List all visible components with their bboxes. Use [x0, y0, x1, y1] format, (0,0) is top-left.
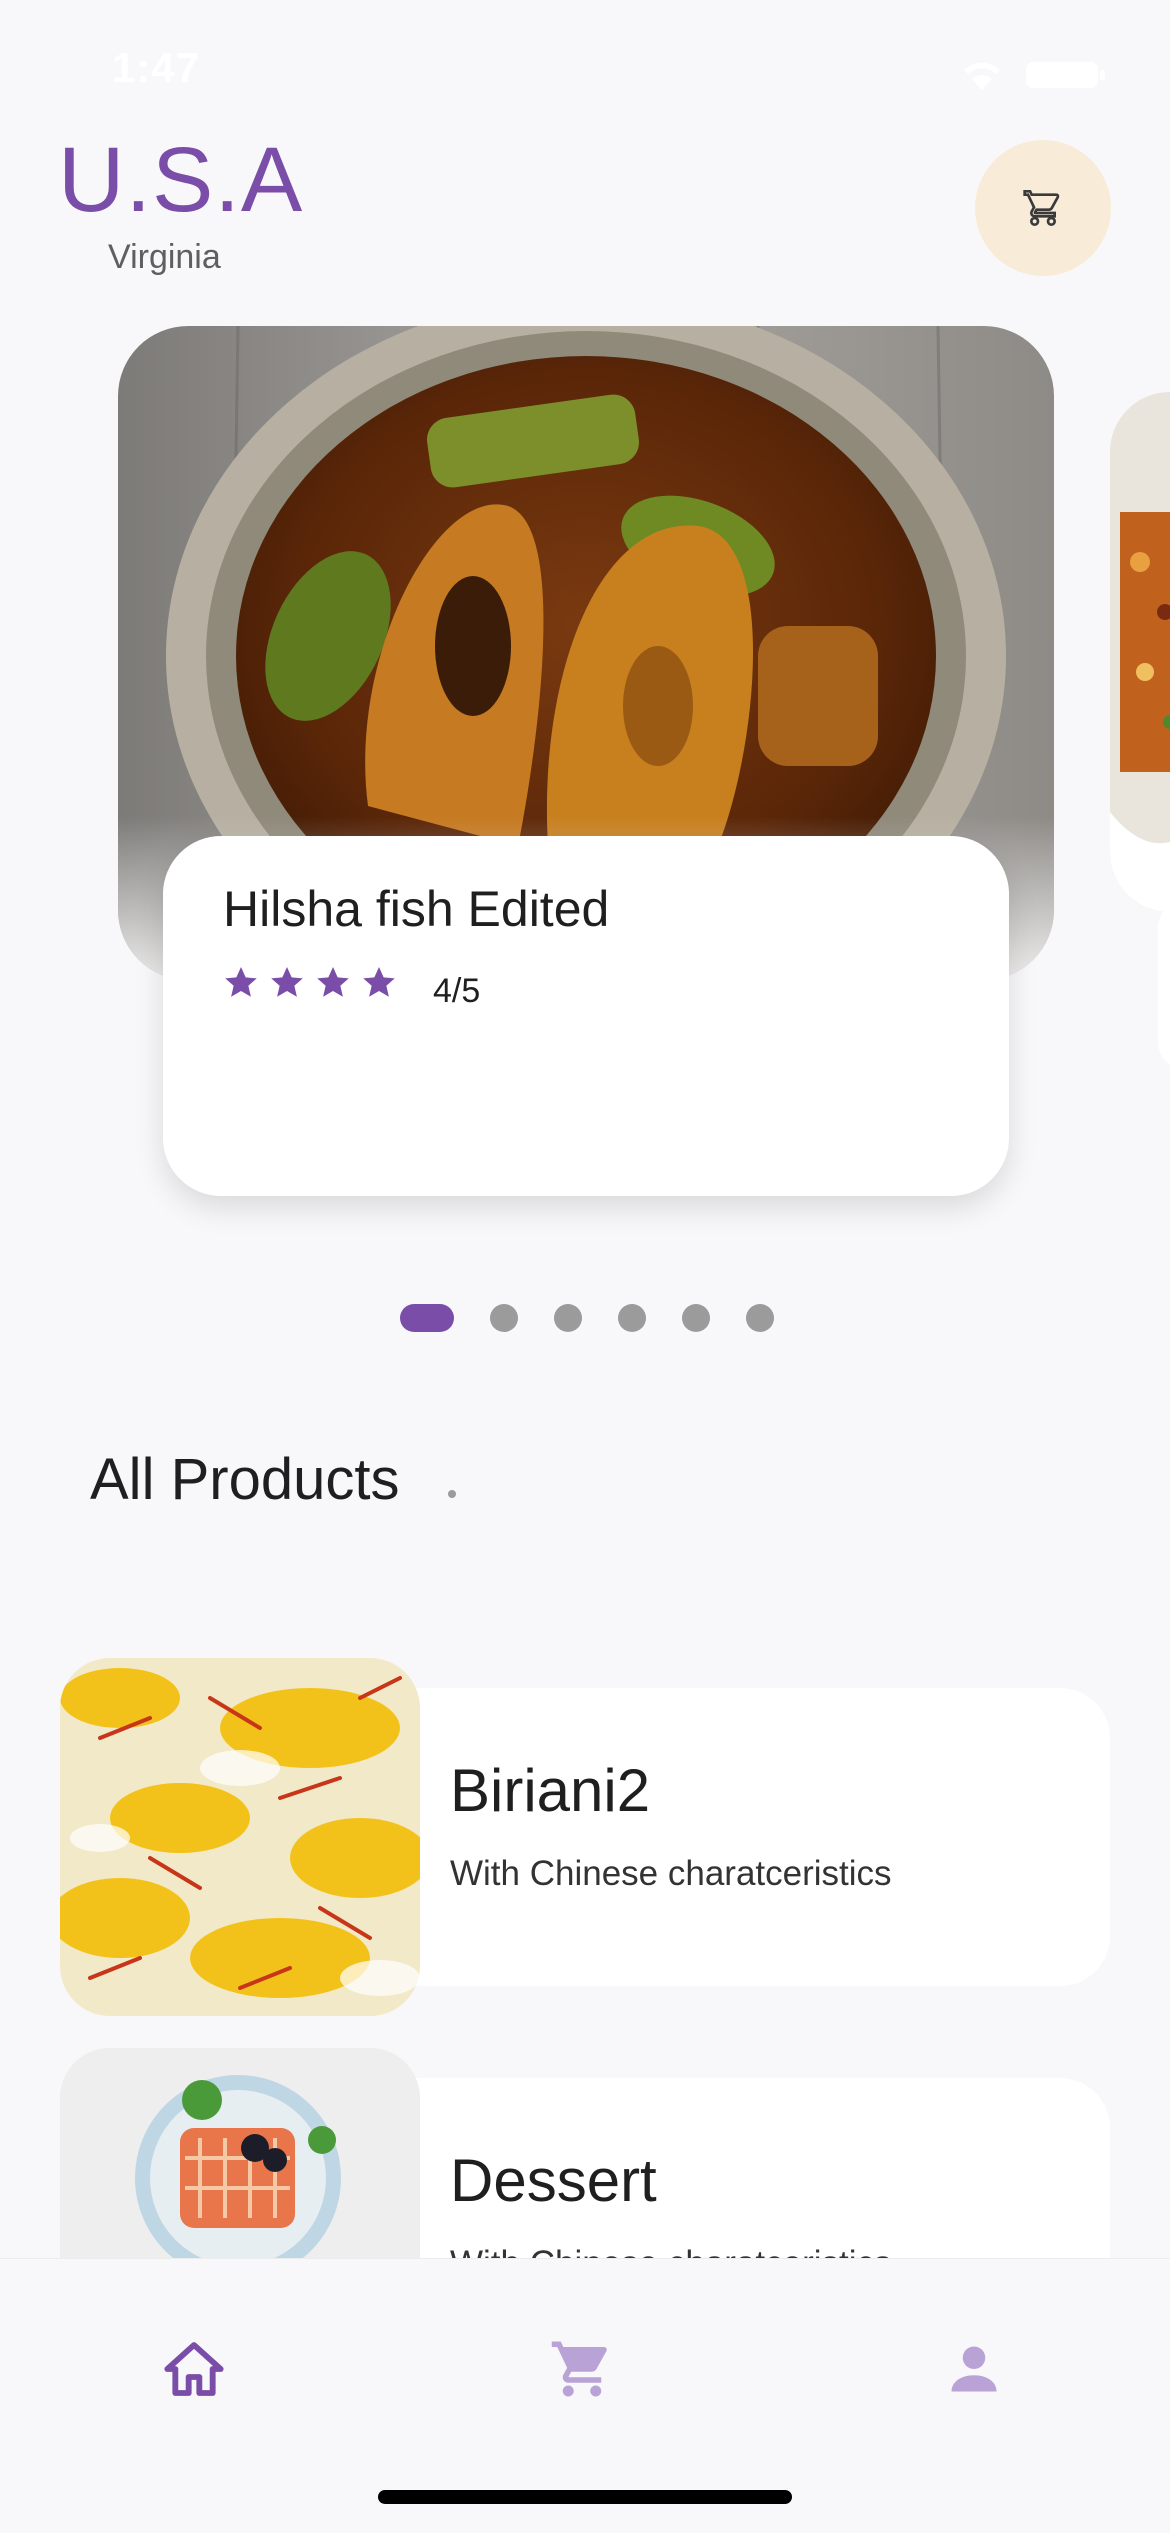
loading-dot	[448, 1490, 456, 1498]
star-icon	[225, 967, 257, 997]
featured-dish-card[interactable]: Hilsha fish Edited 4/5	[163, 836, 1009, 1196]
location-state[interactable]: Virginia	[108, 238, 221, 277]
product-card[interactable]	[360, 1688, 1110, 1986]
nav-home[interactable]	[154, 2329, 234, 2409]
cart-icon	[1023, 190, 1060, 227]
page-dot[interactable]	[554, 1304, 582, 1332]
battery-icon	[1026, 62, 1098, 88]
page-dot[interactable]	[682, 1304, 710, 1332]
page-dot[interactable]	[618, 1304, 646, 1332]
location-country[interactable]: U.S.A	[58, 128, 303, 233]
page-dot[interactable]	[746, 1304, 774, 1332]
status-time: 1:47	[112, 44, 201, 91]
nav-profile[interactable]	[934, 2329, 1014, 2409]
status-icons	[960, 56, 1110, 92]
page-dot[interactable]	[490, 1304, 518, 1332]
rating-text: 4/5	[433, 972, 481, 1010]
cart-icon	[551, 2341, 607, 2397]
wifi-icon	[964, 62, 1000, 90]
person-icon	[951, 2346, 997, 2392]
home-indicator[interactable]	[378, 2490, 792, 2504]
next-dish-card[interactable]	[1158, 900, 1170, 1070]
product-name: Dessert	[450, 2147, 657, 2214]
product-image[interactable]	[60, 1658, 420, 2016]
next-dish-image[interactable]	[1110, 392, 1170, 912]
home-icon	[164, 2342, 224, 2396]
featured-dish-name: Hilsha fish Edited	[223, 881, 610, 937]
cart-button[interactable]	[975, 140, 1111, 276]
carousel-page-indicator[interactable]	[400, 1304, 774, 1332]
section-title: All Products	[90, 1447, 400, 1512]
star-icon	[271, 967, 303, 997]
star-rating	[223, 964, 397, 1000]
star-icon	[317, 967, 349, 997]
star-icon	[363, 967, 395, 997]
product-name: Biriani2	[450, 1757, 651, 1824]
nav-cart[interactable]	[542, 2329, 622, 2409]
product-description: With Chinese charatceristics	[450, 1854, 892, 1893]
page-dot-active[interactable]	[400, 1304, 454, 1332]
